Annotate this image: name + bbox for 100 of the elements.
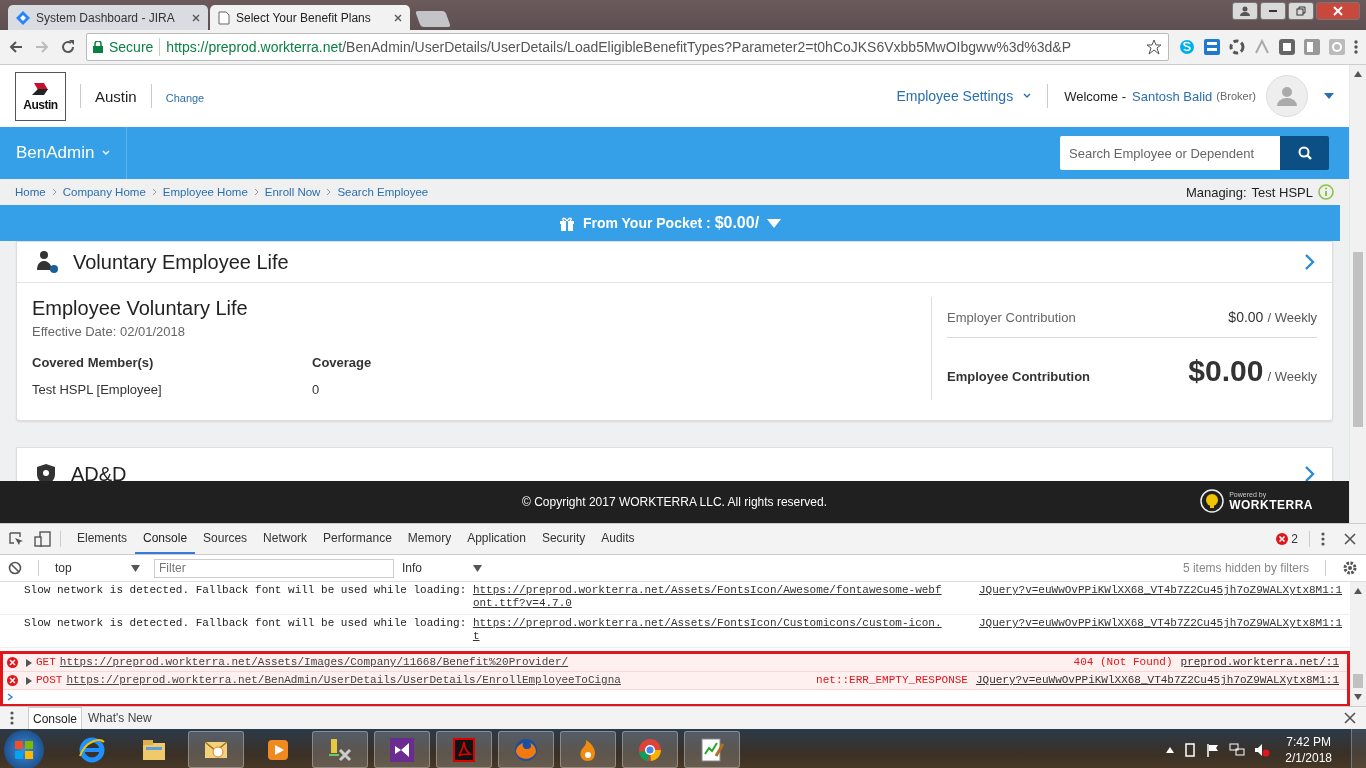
log-link[interactable]: https://preprod.workterra.net/BenAdmin/UserDetails/UserDetails/EnrollEmployeeToCigna <box>66 674 813 687</box>
contribution-period: / Weekly <box>1267 310 1317 325</box>
source-link[interactable]: preprod.workterra.net/:1 <box>1180 656 1339 669</box>
extension-icon[interactable] <box>1204 39 1220 55</box>
error-message: 404 (Not Found) <box>1073 656 1173 669</box>
source-link[interactable]: JQuery?v=euWwOvPPiKWlXX68_VT4b7Z2Cu45jh7oZ9WALXytx8M1:1 <box>978 617 1342 645</box>
more-icon[interactable] <box>1321 532 1325 546</box>
scrollbar-thumb[interactable] <box>1353 252 1363 427</box>
level-select[interactable]: Info <box>402 561 482 575</box>
star-icon[interactable] <box>1146 39 1162 55</box>
request-method: GET <box>36 656 56 669</box>
scroll-up-icon <box>1354 588 1362 594</box>
taskbar-button[interactable] <box>312 731 368 768</box>
brand-name: WORKTERRA <box>1229 497 1313 512</box>
user-button[interactable] <box>1232 2 1258 20</box>
inspect-icon[interactable] <box>8 531 24 547</box>
page-icon <box>218 10 230 25</box>
caret-icon[interactable] <box>1324 93 1334 99</box>
address-bar[interactable]: Secure https://preprod.workterra.net/BenAdmin/UserDetails/UserDetails/LoadEligibleBenefitTypes?Parameter2=t0hCoJKS6Vxbb5MwOIbgww%3d%3d&P <box>86 33 1169 61</box>
scrollbar[interactable] <box>1349 65 1366 523</box>
scrollbar[interactable] <box>1350 582 1366 706</box>
error-count[interactable]: 2 <box>1291 532 1298 546</box>
breadcrumb-link[interactable]: Search Employee <box>337 186 429 198</box>
search-field[interactable]: Search Employee or Dependent <box>1060 136 1280 170</box>
scrollbar-thumb[interactable] <box>1353 674 1363 688</box>
chevron-right-icon[interactable] <box>1304 253 1316 271</box>
chevron-icon <box>151 188 157 196</box>
close-icon[interactable] <box>192 13 200 22</box>
devtools-tab[interactable]: Console <box>135 524 196 554</box>
close-icon[interactable] <box>394 13 402 22</box>
chevron-right-icon[interactable] <box>1304 465 1316 481</box>
taskbar-button[interactable] <box>374 731 430 768</box>
contribution-label: Employee Contribution <box>947 369 1091 384</box>
settings-icon[interactable] <box>1342 560 1358 576</box>
reload-icon[interactable] <box>60 39 76 55</box>
taskbar-button[interactable] <box>436 731 492 768</box>
new-tab-button[interactable] <box>415 11 451 27</box>
taskbar-button[interactable] <box>188 731 244 768</box>
clock-time[interactable]: 7:42 PM <box>1286 733 1331 750</box>
chevron-icon <box>102 150 111 156</box>
menu-icon[interactable] <box>1354 39 1358 55</box>
flag-icon[interactable] <box>1206 742 1221 757</box>
devtools-tab[interactable]: Audits <box>593 524 643 554</box>
close-icon[interactable] <box>1344 712 1356 724</box>
settings-menu[interactable]: Employee Settings <box>896 88 1032 104</box>
context-select[interactable]: top <box>55 561 146 575</box>
start-button[interactable] <box>4 729 44 768</box>
devtools-tab[interactable]: Performance <box>315 524 400 554</box>
minimize-button[interactable] <box>1260 2 1286 20</box>
log-message: Slow network is detected. Fallback font will be used while loading: https://preprod.workterra.net/Assets/FontsIcon/Awesome/fontawesome-webfont.ttf?v=4.7.0 <box>24 584 946 612</box>
devtools-tab[interactable]: Security <box>533 524 594 554</box>
request-method: POST <box>36 674 63 687</box>
source-link[interactable]: JQuery?v=euWwOvPPiKWlXX68_VT4b7Z2Cu45jh7oZ9WALXytx8M1:1 <box>975 674 1339 687</box>
devtools-tab[interactable]: Memory <box>399 524 460 554</box>
clock-date[interactable]: 2/1/2018 <box>1285 749 1332 766</box>
log-link[interactable]: https://preprod.workterra.net/Assets/FontsIcon/Awesome/fontawesome-webfont.ttf?v=4.7.0 <box>472 584 946 612</box>
extension-icon[interactable] <box>1229 39 1245 55</box>
devtools-tab[interactable]: Network <box>255 524 316 554</box>
extension-icon[interactable] <box>1304 39 1320 55</box>
extension-icon[interactable] <box>1279 39 1295 55</box>
pdf-icon <box>450 735 478 764</box>
error-icon <box>1276 533 1289 545</box>
url-text: https://preprod.workterra.net/BenAdmin/UserDetails/UserDetails/LoadEligibleBenefitTypes?Parameter2=t0hCoJKS6Vxbb5MwOIbgww%3d%3d&P <box>166 39 1072 55</box>
change-link[interactable]: Change <box>165 92 205 104</box>
search-button[interactable] <box>1280 136 1329 170</box>
more-icon[interactable] <box>10 711 14 725</box>
section-title: AD&D <box>71 462 127 481</box>
close-icon[interactable] <box>1344 533 1356 545</box>
devtools-tab[interactable]: Application <box>459 524 534 554</box>
breadcrumb-link[interactable]: Enroll Now <box>264 186 321 198</box>
device-icon[interactable] <box>34 531 52 547</box>
devtools-tab[interactable]: Elements <box>69 524 136 554</box>
clear-icon[interactable] <box>8 561 22 575</box>
device-icon[interactable] <box>1183 742 1198 757</box>
maximize-button[interactable] <box>1288 2 1314 20</box>
column-header: Covered Member(s) <box>32 355 155 370</box>
taskbar-button[interactable] <box>622 731 678 768</box>
breadcrumb-link[interactable]: Home <box>15 186 46 198</box>
network-icon[interactable] <box>1229 742 1246 757</box>
log-link[interactable]: https://preprod.workterra.net/Assets/FontsIcon/Customicons/custom-icon.t <box>472 617 946 645</box>
close-button[interactable] <box>1316 2 1360 20</box>
devtools-tab[interactable]: Sources <box>195 524 256 554</box>
muted-speaker-icon[interactable] <box>1254 742 1271 757</box>
breadcrumb-link[interactable]: Employee Home <box>162 186 248 198</box>
breadcrumb-link[interactable]: Company Home <box>62 186 146 198</box>
drawer-tab[interactable]: Console <box>28 707 83 729</box>
section-title: Voluntary Employee Life <box>73 250 289 274</box>
scroll-down-icon <box>1354 694 1362 700</box>
taskbar-button[interactable] <box>684 731 740 768</box>
log-link[interactable]: https://preprod.workterra.net/Assets/Images/Company/11668/Benefit%20Provider/ <box>59 656 1070 669</box>
windows-logo-icon <box>15 740 33 759</box>
back-icon[interactable] <box>8 39 24 55</box>
user-name-link[interactable]: Santosh Balid <box>1132 88 1213 104</box>
drawer-tab[interactable]: What's New <box>84 707 156 729</box>
infinity-icon <box>388 735 416 764</box>
browser-tab[interactable]: System Dashboard - JIRA <box>8 5 208 30</box>
source-link[interactable]: JQuery?v=euWwOvPPiKWlXX68_VT4b7Z2Cu45jh7oZ9WALXytx8M1:1 <box>978 584 1342 612</box>
filter-field[interactable]: Filter <box>154 558 394 578</box>
tray-up-icon[interactable] <box>1166 746 1175 753</box>
browser-tab[interactable]: Select Your Benefit Plans <box>210 5 410 30</box>
